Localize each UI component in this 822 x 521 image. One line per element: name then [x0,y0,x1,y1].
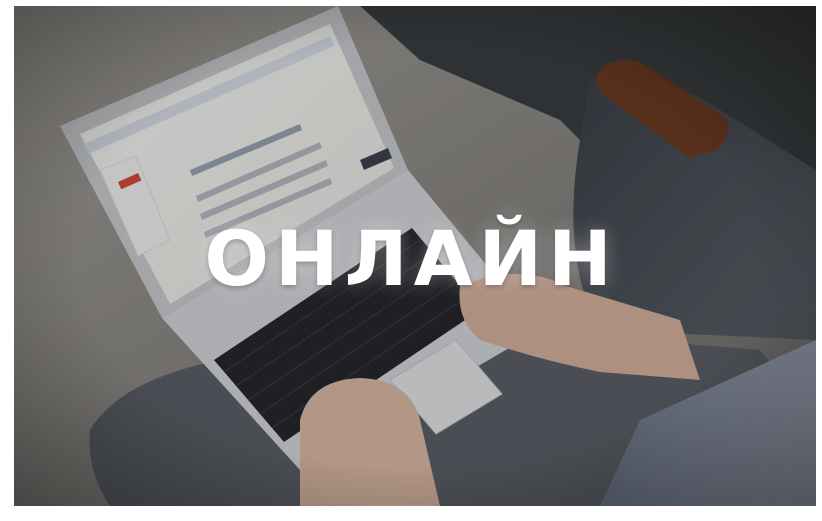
overlay-headline: ОНЛАЙН [204,214,618,303]
photo: ОНЛАЙН [0,0,822,516]
